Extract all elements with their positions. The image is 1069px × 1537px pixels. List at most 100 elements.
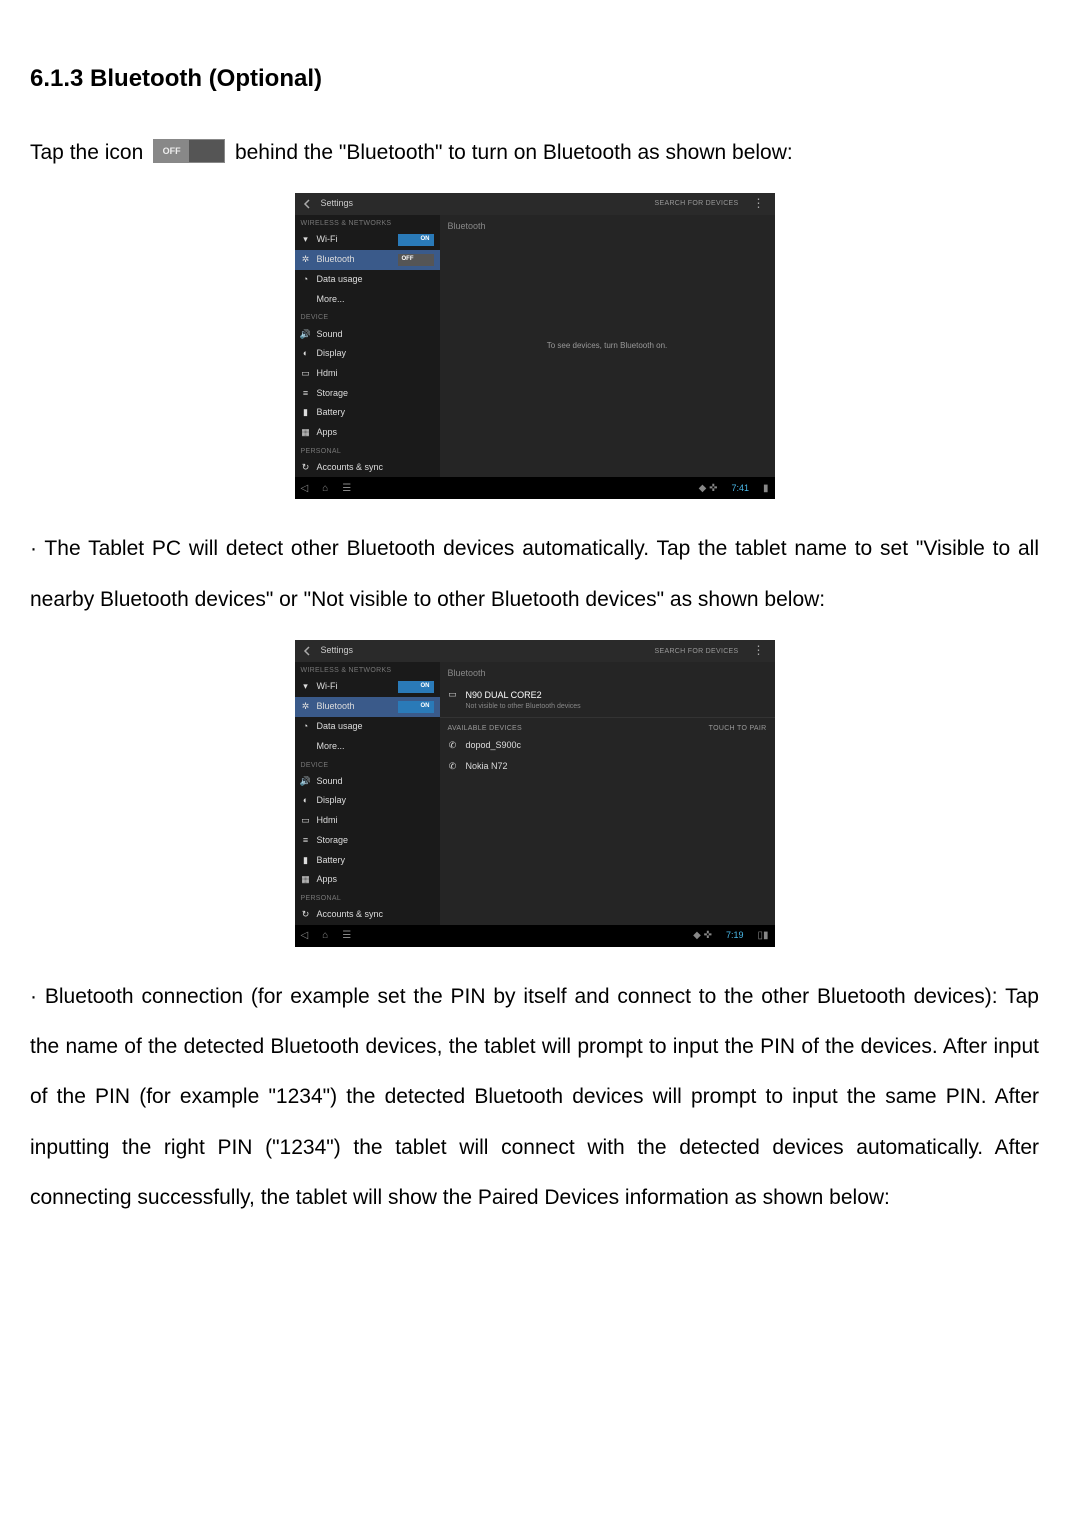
bluetooth-icon: ✲ bbox=[301, 702, 311, 712]
bluetooth-toggle-off[interactable] bbox=[398, 254, 434, 266]
more-label: More... bbox=[317, 294, 345, 306]
ss2-main-title: Bluetooth bbox=[440, 662, 775, 684]
bluetooth-toggle-on[interactable] bbox=[398, 701, 434, 713]
wifi-icon: ▾ bbox=[301, 235, 311, 245]
device-name-2: Nokia N72 bbox=[466, 761, 508, 773]
sound-label: Sound bbox=[317, 329, 343, 341]
nav-status-icons: ◆ ✜ bbox=[699, 482, 718, 495]
battery-label: Battery bbox=[317, 855, 346, 867]
sidebar-item-more[interactable]: More... bbox=[295, 737, 440, 757]
sidebar-item-more[interactable]: More... bbox=[295, 290, 440, 310]
paragraph-1: Tap the icon behind the "Bluetooth" to t… bbox=[30, 128, 1039, 178]
sound-icon: 🔊 bbox=[301, 777, 311, 787]
storage-icon: ≡ bbox=[301, 388, 311, 398]
back-icon[interactable] bbox=[301, 197, 315, 211]
sidebar-item-datausage[interactable]: ◔ Data usage bbox=[295, 270, 440, 290]
sidebar-item-accounts[interactable]: ↻ Accounts & sync bbox=[295, 458, 440, 478]
nav-recent-icon[interactable]: ☰ bbox=[342, 929, 351, 942]
paragraph-1b: behind the "Bluetooth" to turn on Blueto… bbox=[235, 141, 793, 164]
display-label: Display bbox=[317, 795, 347, 807]
bluetooth-label: Bluetooth bbox=[317, 254, 355, 266]
sidebar-item-accounts[interactable]: ↻ Accounts & sync bbox=[295, 905, 440, 925]
sidebar-item-apps[interactable]: ▦ Apps bbox=[295, 423, 440, 443]
data-usage-icon: ◔ bbox=[301, 275, 311, 285]
wifi-icon: ▾ bbox=[301, 682, 311, 692]
display-label: Display bbox=[317, 348, 347, 360]
paragraph-3: · Bluetooth connection (for example set … bbox=[30, 972, 1039, 1224]
section-wireless: WIRELESS & NETWORKS bbox=[295, 215, 440, 230]
search-for-devices[interactable]: SEARCH FOR DEVICES bbox=[655, 647, 739, 656]
overflow-menu-icon[interactable]: ⋮ bbox=[749, 643, 769, 659]
accounts-label: Accounts & sync bbox=[317, 909, 384, 921]
sidebar-item-display[interactable]: ◐ Display bbox=[295, 791, 440, 811]
ss2-main: Bluetooth ▭ N90 DUAL CORE2 Not visible t… bbox=[440, 662, 775, 924]
ss1-main-title: Bluetooth bbox=[440, 215, 775, 237]
ss1-title: Settings bbox=[321, 198, 354, 210]
nav-battery-icon: ▯▮ bbox=[757, 929, 768, 942]
screenshot-1: Settings SEARCH FOR DEVICES ⋮ WIRELESS &… bbox=[295, 193, 775, 499]
battery-icon: ▮ bbox=[301, 408, 311, 418]
paragraph-2: · The Tablet PC will detect other Blueto… bbox=[30, 524, 1039, 625]
sidebar-item-battery[interactable]: ▮ Battery bbox=[295, 403, 440, 423]
tablet-icon: ▭ bbox=[448, 690, 458, 700]
wifi-toggle[interactable] bbox=[398, 234, 434, 246]
toggle-off-icon bbox=[153, 139, 225, 163]
sidebar-item-wifi[interactable]: ▾ Wi-Fi bbox=[295, 230, 440, 250]
overflow-menu-icon[interactable]: ⋮ bbox=[749, 196, 769, 212]
nav-time-2: 7:19 bbox=[726, 930, 744, 942]
bluetooth-icon: ✲ bbox=[301, 255, 311, 265]
ss2-title: Settings bbox=[321, 645, 354, 657]
self-device[interactable]: ▭ N90 DUAL CORE2 Not visible to other Bl… bbox=[440, 684, 775, 718]
section-personal: PERSONAL bbox=[295, 890, 440, 905]
screenshot-2: Settings SEARCH FOR DEVICES ⋮ WIRELESS &… bbox=[295, 640, 775, 946]
nav-back-icon[interactable]: ◁ bbox=[301, 929, 309, 942]
battery-icon: ▮ bbox=[301, 855, 311, 865]
nav-home-icon[interactable]: ⌂ bbox=[322, 482, 328, 495]
apps-label: Apps bbox=[317, 874, 338, 886]
device-row-2[interactable]: ✆ Nokia N72 bbox=[440, 756, 775, 778]
available-devices-label: AVAILABLE DEVICES bbox=[448, 724, 522, 733]
self-device-name: N90 DUAL CORE2 bbox=[466, 690, 581, 702]
storage-label: Storage bbox=[317, 388, 349, 400]
sidebar-item-bluetooth[interactable]: ✲ Bluetooth bbox=[295, 697, 440, 717]
section-device: DEVICE bbox=[295, 757, 440, 772]
datausage-label: Data usage bbox=[317, 274, 363, 286]
hdmi-icon: ▭ bbox=[301, 816, 311, 826]
more-label: More... bbox=[317, 741, 345, 753]
sidebar-item-apps[interactable]: ▦ Apps bbox=[295, 870, 440, 890]
sidebar-item-hdmi[interactable]: ▭ Hdmi bbox=[295, 364, 440, 384]
sidebar-item-storage[interactable]: ≡ Storage bbox=[295, 384, 440, 404]
section-device: DEVICE bbox=[295, 309, 440, 324]
display-icon: ◐ bbox=[301, 796, 311, 806]
data-usage-icon: ◔ bbox=[301, 722, 311, 732]
apps-label: Apps bbox=[317, 427, 338, 439]
search-for-devices[interactable]: SEARCH FOR DEVICES bbox=[655, 199, 739, 208]
accounts-label: Accounts & sync bbox=[317, 462, 384, 474]
hdmi-icon: ▭ bbox=[301, 369, 311, 379]
sidebar-item-bluetooth[interactable]: ✲ Bluetooth bbox=[295, 250, 440, 270]
battery-label: Battery bbox=[317, 407, 346, 419]
sidebar-item-display[interactable]: ◐ Display bbox=[295, 344, 440, 364]
nav-time-1: 7:41 bbox=[731, 483, 749, 495]
sidebar-item-hdmi[interactable]: ▭ Hdmi bbox=[295, 811, 440, 831]
sidebar-item-sound[interactable]: 🔊 Sound bbox=[295, 325, 440, 345]
phone-icon: ✆ bbox=[448, 762, 458, 772]
nav-recent-icon[interactable]: ☰ bbox=[342, 482, 351, 495]
nav-back-icon[interactable]: ◁ bbox=[301, 482, 309, 495]
sidebar-item-datausage[interactable]: ◔ Data usage bbox=[295, 717, 440, 737]
sidebar-item-storage[interactable]: ≡ Storage bbox=[295, 831, 440, 851]
ss2-header: Settings SEARCH FOR DEVICES ⋮ bbox=[295, 640, 775, 662]
sidebar-item-wifi[interactable]: ▾ Wi-Fi bbox=[295, 677, 440, 697]
section-wireless: WIRELESS & NETWORKS bbox=[295, 662, 440, 677]
sidebar-item-battery[interactable]: ▮ Battery bbox=[295, 851, 440, 871]
device-row-1[interactable]: ✆ dopod_S900c bbox=[440, 735, 775, 757]
storage-label: Storage bbox=[317, 835, 349, 847]
ss2-sidebar: WIRELESS & NETWORKS ▾ Wi-Fi ✲ Bluetooth … bbox=[295, 662, 440, 924]
nav-battery-icon: ▮ bbox=[763, 482, 769, 495]
back-icon[interactable] bbox=[301, 644, 315, 658]
datausage-label: Data usage bbox=[317, 721, 363, 733]
nav-home-icon[interactable]: ⌂ bbox=[322, 929, 328, 942]
sidebar-item-sound[interactable]: 🔊 Sound bbox=[295, 772, 440, 792]
wifi-toggle[interactable] bbox=[398, 681, 434, 693]
apps-icon: ▦ bbox=[301, 428, 311, 438]
